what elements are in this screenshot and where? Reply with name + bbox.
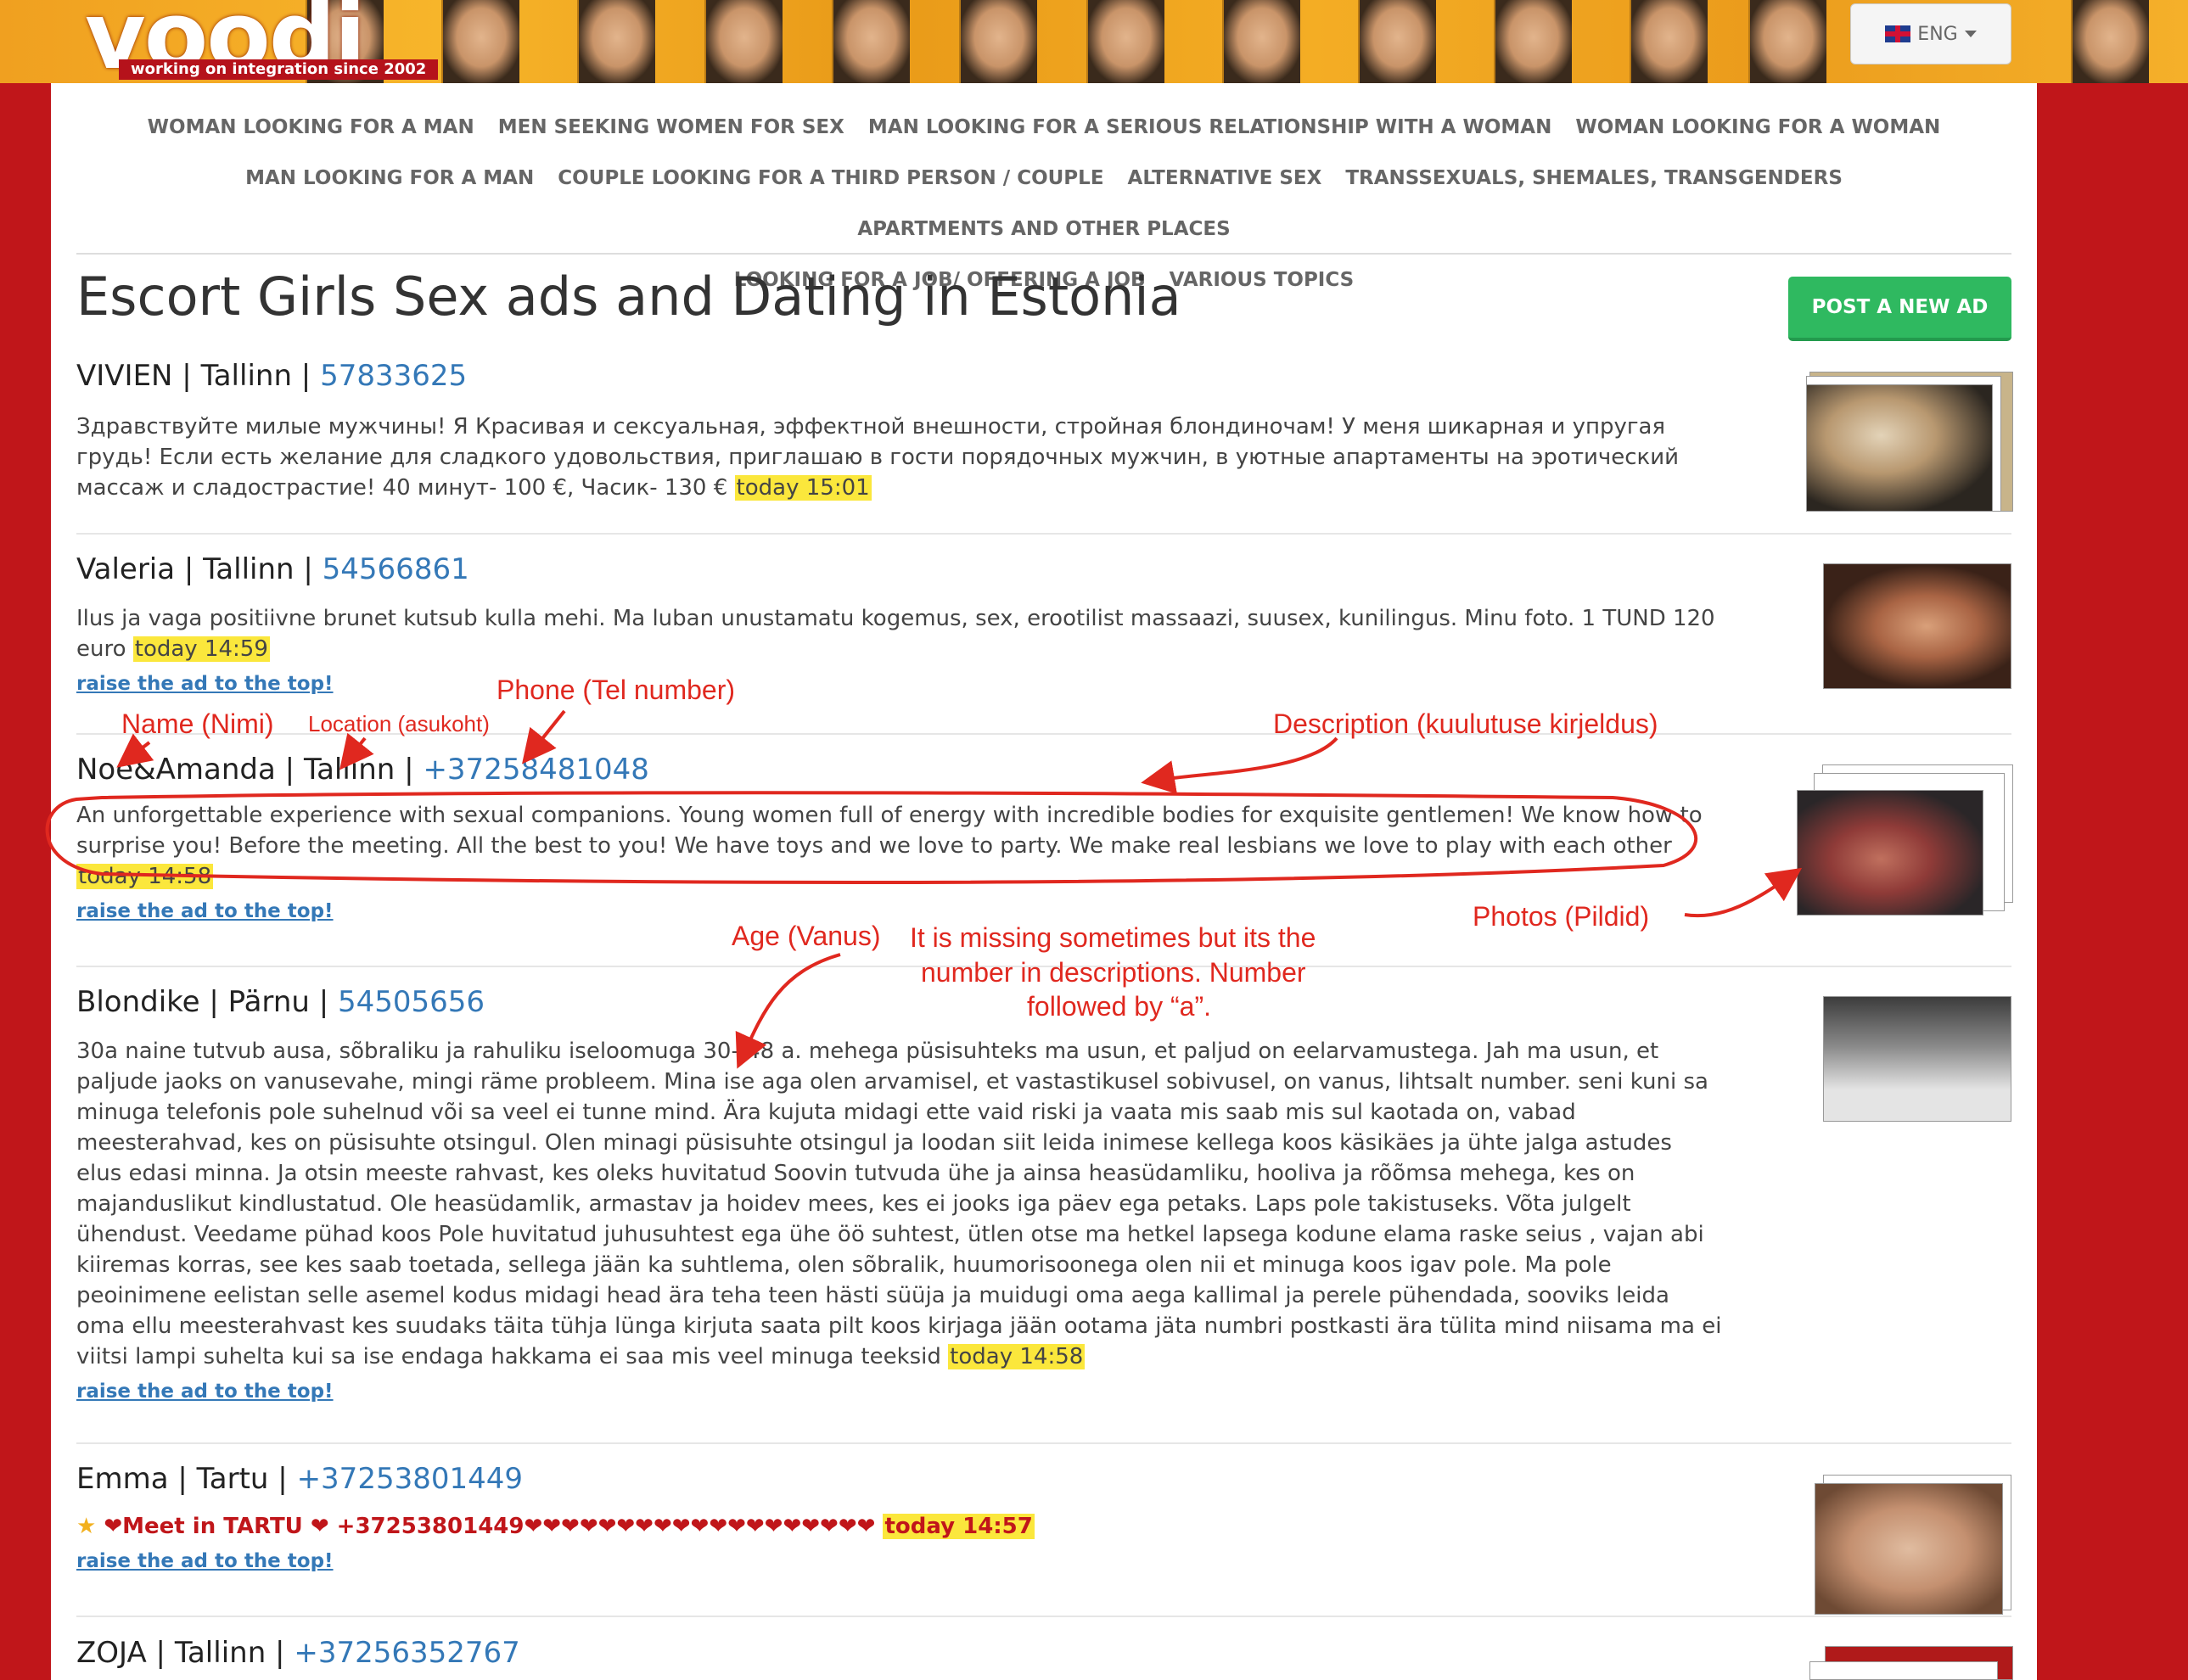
ad-phone-link[interactable]: +37253801449 — [297, 1462, 523, 1496]
ad-name: Emma — [76, 1462, 169, 1496]
nav-item-alternative[interactable]: ALTERNATIVE SEX — [1128, 153, 1322, 204]
ad-description-text: Здравствуйте милые мужчины! Я Красивая и… — [76, 414, 1680, 501]
annotation-age-note: number in descriptions. Number — [921, 957, 1306, 988]
banner-photo — [704, 0, 783, 83]
ad-phone-link[interactable]: 54566861 — [323, 552, 469, 586]
ad-description-text: 30a naine tutvub ausa, sõbraliku ja rahu… — [76, 1039, 1722, 1369]
ad-photo-stack-back — [1809, 1661, 1998, 1680]
ad-header: Noe&Amanda | Tallinn | +37258481048 — [76, 753, 649, 787]
raise-ad-link[interactable]: raise the ad to the top! — [76, 1550, 1723, 1572]
ad-city: Tallinn — [200, 359, 292, 393]
annotation-photos: Photos (Pildid) — [1473, 901, 1650, 932]
banner-photo — [441, 0, 519, 83]
ad-description-text: An unforgettable experience with sexual … — [76, 803, 1703, 859]
ad-description: Здравствуйте милые мужчины! Я Красивая и… — [76, 412, 1723, 503]
language-label: ENG — [1917, 23, 1958, 45]
ad-name: VIVIEN — [76, 359, 173, 393]
logo-tagline: working on integration since 2002 — [119, 59, 439, 80]
ad-phone-link[interactable]: +37258481048 — [423, 753, 648, 787]
annotation-age-note: It is missing sometimes but its the — [910, 922, 1316, 953]
nav-item-serious-relationship[interactable]: MAN LOOKING FOR A SERIOUS RELATIONSHIP W… — [868, 102, 1551, 153]
nav-item-men-seeking-women[interactable]: MEN SEEKING WOMEN FOR SEX — [498, 102, 844, 153]
star-icon: ★ — [76, 1514, 97, 1539]
uk-flag-icon — [1885, 25, 1911, 42]
ad-photo[interactable] — [1823, 563, 2011, 689]
ad-header: Valeria | Tallinn | 54566861 — [76, 552, 469, 586]
ad-photo[interactable] — [1806, 384, 1993, 512]
main-panel: WOMAN LOOKING FOR A MAN MEN SEEKING WOMEN… — [51, 83, 2037, 1680]
ad-description-text: Ilus ja vaga positiivne brunet kutsub ku… — [76, 606, 1715, 662]
banner-photo — [1630, 0, 1708, 83]
post-new-ad-button[interactable]: POST A NEW AD — [1788, 277, 2011, 341]
header-banner: voodi working on integration since 2002 … — [0, 0, 2188, 83]
raise-ad-link[interactable]: raise the ad to the top! — [76, 1380, 1723, 1403]
ad-description: An unforgettable experience with sexual … — [76, 800, 1723, 892]
ad-listing: VIVIEN | Tallinn | 57833625 Здравствуйте… — [76, 359, 1723, 503]
ad-city: Tallinn — [303, 753, 396, 787]
ad-city: Pärnu — [227, 985, 310, 1019]
banner-photo — [1222, 0, 1300, 83]
ad-name: Valeria — [76, 552, 176, 586]
ad-listing: Noe&Amanda | Tallinn | +37258481048 An u… — [76, 753, 1723, 922]
ad-photo[interactable] — [1797, 790, 1983, 916]
annotation-age-note: followed by “a”. — [1027, 991, 1211, 1022]
ad-header: VIVIEN | Tallinn | 57833625 — [76, 359, 468, 393]
ad-description: 30a naine tutvub ausa, sõbraliku ja rahu… — [76, 1036, 1723, 1372]
ad-listing: Valeria | Tallinn | 54566861 Ilus ja vag… — [76, 552, 1723, 695]
nav-item-couple[interactable]: COUPLE LOOKING FOR A THIRD PERSON / COUP… — [558, 153, 1103, 204]
banner-photo — [1358, 0, 1436, 83]
divider — [76, 1616, 2011, 1617]
ad-phone-link[interactable]: 57833625 — [320, 359, 467, 393]
ad-timestamp: today 14:58 — [76, 864, 214, 889]
banner-photo — [1086, 0, 1164, 83]
nav-item-various[interactable]: VARIOUS TOPICS — [1170, 255, 1355, 305]
divider — [76, 253, 2011, 255]
ad-name: Blondike — [76, 985, 200, 1019]
ad-description: ★ ❤Meet in TARTU ❤ +37253801449❤❤❤❤❤❤❤❤❤… — [76, 1511, 1723, 1542]
ad-city: Tallinn — [203, 552, 295, 586]
nav-item-woman-for-man[interactable]: WOMAN LOOKING FOR A MAN — [148, 102, 474, 153]
banner-photo — [832, 0, 910, 83]
annotation-description: Description (kuulutuse kirjeldus) — [1273, 708, 1658, 739]
nav-item-woman-for-woman[interactable]: WOMAN LOOKING FOR A WOMAN — [1575, 102, 1940, 153]
ad-name: ZOJA — [76, 1636, 147, 1670]
ad-listing: ZOJA | Tallinn | +37256352767 — [76, 1636, 1723, 1670]
ad-city: Tartu — [196, 1462, 269, 1496]
language-dropdown[interactable]: ENG — [1850, 3, 2011, 64]
ad-photo[interactable] — [1823, 996, 2011, 1122]
banner-photo — [959, 0, 1037, 83]
ad-header: Emma | Tartu | +37253801449 — [76, 1462, 524, 1496]
annotation-name: Name (Nimi) — [121, 708, 274, 739]
ad-timestamp: today 15:01 — [734, 475, 872, 501]
raise-ad-link[interactable]: raise the ad to the top! — [76, 673, 1723, 695]
annotation-location: Location (asukoht) — [308, 711, 490, 736]
divider — [76, 533, 2011, 535]
ad-photo[interactable] — [1815, 1483, 2003, 1615]
ad-phone-link[interactable]: 54505656 — [338, 985, 485, 1019]
ad-header: ZOJA | Tallinn | +37256352767 — [76, 1636, 520, 1670]
banner-photo — [2071, 0, 2149, 83]
ad-listing: Emma | Tartu | +37253801449 ★ ❤Meet in T… — [76, 1462, 1723, 1572]
ad-city: Tallinn — [174, 1636, 266, 1670]
nav-item-man-for-man[interactable]: MAN LOOKING FOR A MAN — [245, 153, 534, 204]
annotation-phone: Phone (Tel number) — [497, 675, 736, 705]
banner-photo — [1494, 0, 1572, 83]
ad-description: Ilus ja vaga positiivne brunet kutsub ku… — [76, 603, 1723, 664]
caret-down-icon — [1964, 31, 1977, 37]
ad-description-text: ❤Meet in TARTU ❤ +37253801449❤❤❤❤❤❤❤❤❤❤❤… — [104, 1514, 876, 1539]
nav-item-apartments[interactable]: APARTMENTS AND OTHER PLACES — [857, 204, 1230, 255]
ad-timestamp: today 14:57 — [883, 1514, 1035, 1539]
ad-timestamp: today 14:58 — [948, 1344, 1086, 1369]
page-title: Escort Girls Sex ads and Dating in Eston… — [76, 266, 1181, 328]
nav-item-transgender[interactable]: TRANSSEXUALS, SHEMALES, TRANSGENDERS — [1345, 153, 1843, 204]
annotation-age: Age (Vanus) — [732, 921, 881, 951]
banner-photo — [577, 0, 655, 83]
ad-timestamp: today 14:59 — [132, 636, 270, 662]
ad-header: Blondike | Pärnu | 54505656 — [76, 985, 485, 1019]
divider — [76, 1442, 2011, 1444]
ad-phone-link[interactable]: +37256352767 — [294, 1636, 519, 1670]
banner-photo — [1748, 0, 1826, 83]
ad-name: Noe&Amanda — [76, 753, 276, 787]
ad-listing: Blondike | Pärnu | 54505656 30a naine tu… — [76, 985, 1723, 1403]
